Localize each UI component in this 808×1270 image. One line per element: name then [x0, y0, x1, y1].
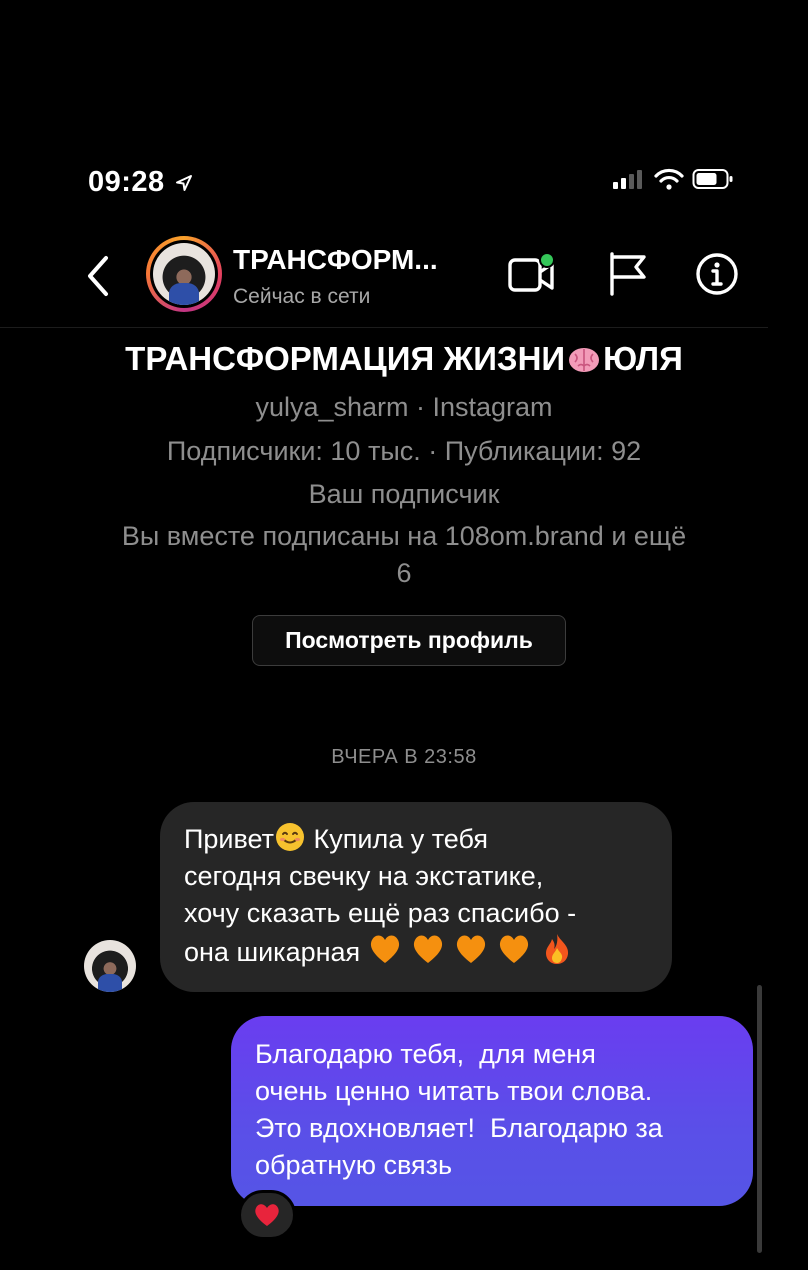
profile-handle: yulya_sharm · Instagram [255, 392, 553, 422]
profile-stats: Подписчики: 10 тыс. · Публикации: 92 [166, 436, 642, 466]
incoming-message[interactable]: Привет Купила у тебя сегодня свечку на э… [160, 802, 672, 992]
location-arrow-icon [169, 171, 194, 196]
outgoing-message[interactable]: Благодарю тебя, для меня очень ценно чит… [231, 1016, 753, 1206]
message-reaction[interactable] [238, 1190, 296, 1240]
video-call-icon [508, 252, 555, 292]
chat-title[interactable]: ТРАНСФОРМ... [233, 244, 438, 276]
outgoing-message-text: Благодарю тебя, для меня очень ценно чит… [255, 1039, 663, 1180]
header-divider [0, 327, 768, 328]
scrollbar[interactable] [757, 985, 762, 1253]
info-icon [696, 253, 738, 295]
heart-icon [255, 1204, 279, 1226]
fire-emoji-icon [545, 934, 568, 964]
flag-icon [610, 252, 646, 296]
orange-hearts-icon [368, 935, 536, 967]
mutual-followers: Вы вместе подписаны на 108om.brand и ещё [121, 521, 687, 551]
online-status: Сейчас в сети [233, 285, 371, 308]
flag-button[interactable] [604, 248, 656, 300]
status-time: 09:28 [88, 166, 193, 199]
profile-avatar[interactable] [146, 236, 222, 312]
wifi-icon [654, 168, 684, 190]
back-button[interactable] [80, 250, 120, 302]
profile-title: ТРАНСФОРМАЦИЯ ЖИЗНИ ЮЛЯ [125, 340, 683, 377]
mutual-followers-count: 6 [396, 558, 412, 588]
info-button[interactable] [693, 248, 745, 300]
video-call-button[interactable] [504, 248, 556, 300]
brain-emoji-icon [569, 348, 600, 372]
follow-status: Ваш подписчик [308, 479, 500, 509]
sender-avatar[interactable] [84, 940, 136, 992]
smiling-face-emoji-icon [276, 823, 305, 851]
battery-icon [692, 169, 733, 189]
date-separator: ВЧЕРА В 23:58 [331, 746, 477, 768]
view-profile-button[interactable]: Посмотреть профиль [252, 615, 566, 666]
chevron-left-icon [88, 256, 108, 296]
cellular-signal-icon [613, 170, 642, 189]
status-icons [612, 168, 734, 190]
